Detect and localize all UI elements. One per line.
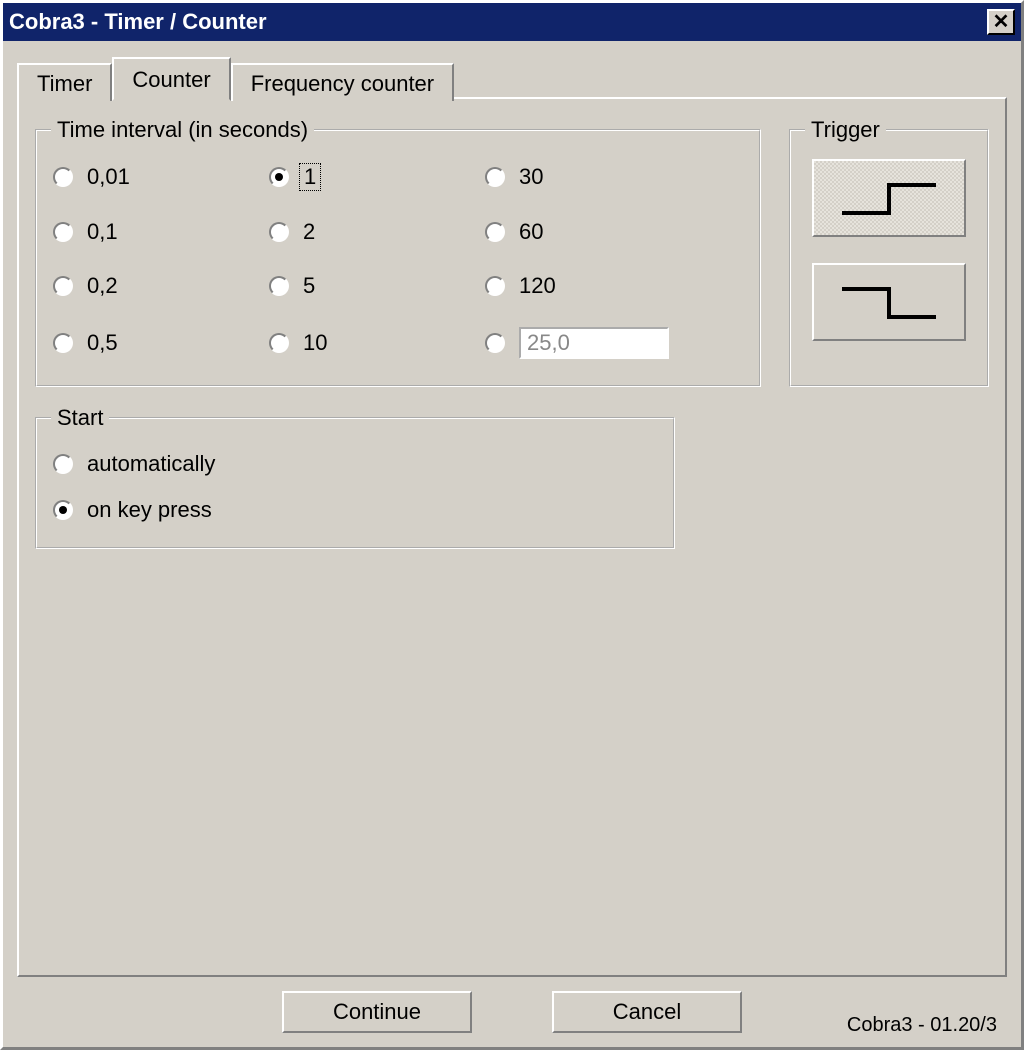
- radio-icon: [269, 222, 289, 242]
- radio-label: 5: [303, 273, 315, 299]
- radio-label: 0,01: [87, 164, 130, 190]
- close-button[interactable]: ✕: [987, 9, 1015, 35]
- radio-icon: [53, 454, 73, 474]
- radio-time-0-01[interactable]: 0,01: [53, 163, 263, 191]
- radio-label: 60: [519, 219, 543, 245]
- trigger-rising-button[interactable]: [812, 159, 966, 237]
- top-row: Time interval (in seconds) 0,01 1 30: [35, 117, 989, 405]
- time-interval-grid: 0,01 1 30 0,1: [51, 159, 745, 363]
- titlebar: Cobra3 - Timer / Counter ✕: [3, 3, 1021, 41]
- group-legend: Time interval (in seconds): [51, 117, 314, 143]
- radio-time-30[interactable]: 30: [485, 163, 695, 191]
- radio-icon: [53, 276, 73, 296]
- radio-label: 2: [303, 219, 315, 245]
- button-label: Cancel: [613, 999, 681, 1025]
- radio-icon: [53, 500, 73, 520]
- radio-time-60[interactable]: 60: [485, 219, 695, 245]
- radio-icon: [53, 333, 73, 353]
- radio-label: 1: [299, 163, 321, 191]
- falling-edge-icon: [834, 277, 944, 327]
- radio-label: automatically: [87, 451, 215, 477]
- radio-label: 0,2: [87, 273, 118, 299]
- button-label: Continue: [333, 999, 421, 1025]
- dialog-window: Cobra3 - Timer / Counter ✕ Timer Counter…: [0, 0, 1024, 1050]
- radio-label: 30: [519, 164, 543, 190]
- radio-time-0-2[interactable]: 0,2: [53, 273, 263, 299]
- dialog-footer: Continue Cancel Cobra3 - 01.20/3: [17, 977, 1007, 1047]
- radio-time-10[interactable]: 10: [269, 327, 479, 359]
- radio-label: 0,5: [87, 330, 118, 356]
- radio-start-automatically[interactable]: automatically: [53, 451, 657, 477]
- continue-button[interactable]: Continue: [282, 991, 472, 1033]
- tab-label: Timer: [37, 71, 92, 96]
- radio-icon: [269, 167, 289, 187]
- tabstrip: Timer Counter Frequency counter: [17, 55, 1007, 97]
- radio-label: 0,1: [87, 219, 118, 245]
- radio-time-5[interactable]: 5: [269, 273, 479, 299]
- cancel-button[interactable]: Cancel: [552, 991, 742, 1033]
- radio-time-0-1[interactable]: 0,1: [53, 219, 263, 245]
- radio-icon: [485, 222, 505, 242]
- radio-label: 120: [519, 273, 556, 299]
- client-area: Timer Counter Frequency counter Time int…: [3, 41, 1021, 1047]
- tab-timer[interactable]: Timer: [17, 63, 112, 101]
- radio-time-2[interactable]: 2: [269, 219, 479, 245]
- radio-time-custom[interactable]: [485, 327, 695, 359]
- tab-label: Frequency counter: [251, 71, 434, 96]
- radio-label: on key press: [87, 497, 212, 523]
- radio-start-on-key-press[interactable]: on key press: [53, 497, 657, 523]
- window-title: Cobra3 - Timer / Counter: [9, 9, 267, 35]
- radio-icon: [53, 222, 73, 242]
- rising-edge-icon: [834, 173, 944, 223]
- radio-icon: [485, 276, 505, 296]
- tab-counter[interactable]: Counter: [112, 57, 230, 101]
- group-legend: Trigger: [805, 117, 886, 143]
- radio-icon: [485, 333, 505, 353]
- start-options: automatically on key press: [51, 447, 659, 529]
- radio-icon: [269, 276, 289, 296]
- custom-time-input[interactable]: [519, 327, 669, 359]
- tab-label: Counter: [132, 67, 210, 92]
- group-trigger: Trigger: [789, 117, 989, 387]
- version-label: Cobra3 - 01.20/3: [847, 1014, 997, 1037]
- group-start: Start automatically on key press: [35, 405, 675, 549]
- radio-time-1[interactable]: 1: [269, 163, 479, 191]
- tab-page-counter: Time interval (in seconds) 0,01 1 30: [17, 97, 1007, 977]
- radio-icon: [485, 167, 505, 187]
- radio-time-120[interactable]: 120: [485, 273, 695, 299]
- trigger-falling-button[interactable]: [812, 263, 966, 341]
- radio-time-0-5[interactable]: 0,5: [53, 327, 263, 359]
- radio-icon: [53, 167, 73, 187]
- group-legend: Start: [51, 405, 109, 431]
- radio-label: 10: [303, 330, 327, 356]
- close-icon: ✕: [993, 12, 1010, 32]
- group-time-interval: Time interval (in seconds) 0,01 1 30: [35, 117, 761, 387]
- tab-frequency-counter[interactable]: Frequency counter: [231, 63, 454, 101]
- radio-icon: [269, 333, 289, 353]
